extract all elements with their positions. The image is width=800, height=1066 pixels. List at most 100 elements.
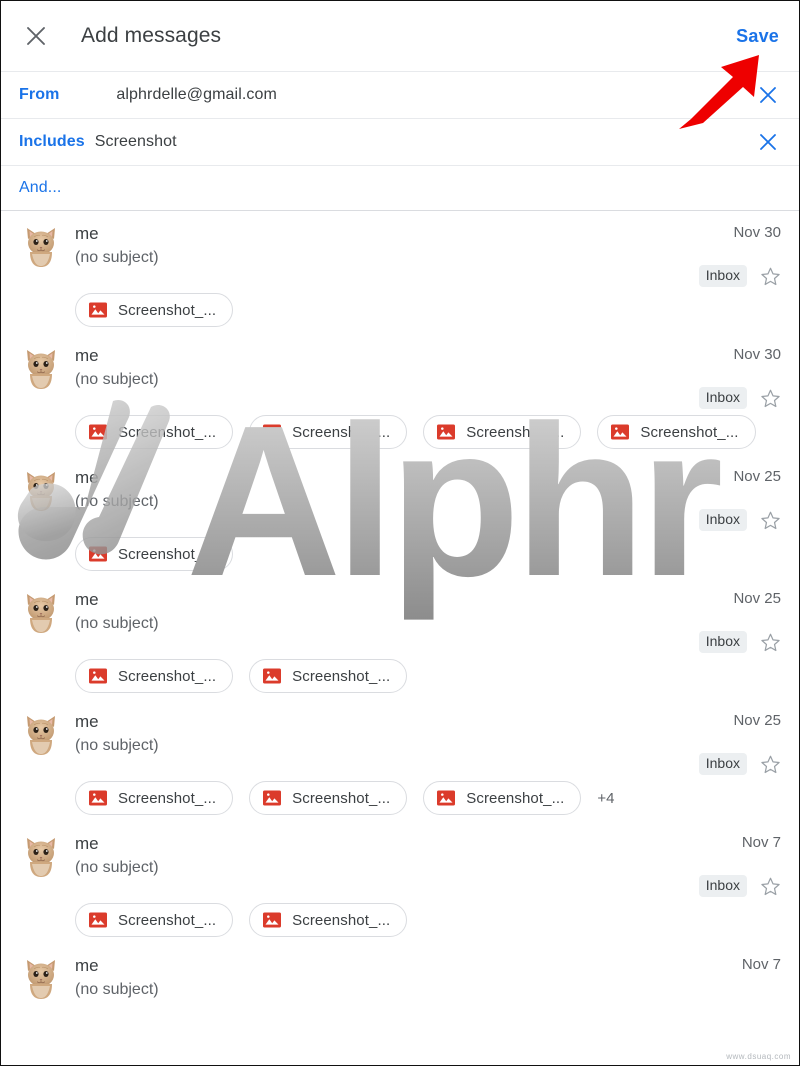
remove-from-criterion-icon[interactable] xyxy=(755,82,781,108)
attachment-chip[interactable]: Screenshot_... xyxy=(423,415,582,449)
message-label-and-star: Inbox xyxy=(698,509,781,531)
criteria-value-includes: Screenshot xyxy=(94,133,177,150)
attachment-chip-row: Screenshot_... Screenshot_... xyxy=(75,659,781,693)
message-subject: (no subject) xyxy=(75,249,159,266)
attachment-name: Screenshot_... xyxy=(292,667,391,685)
image-attachment-icon xyxy=(262,422,282,442)
message-sender: me xyxy=(75,834,99,853)
attachment-name: Screenshot_... xyxy=(118,667,217,685)
attachment-chip[interactable]: Screenshot_... xyxy=(75,537,234,571)
image-attachment-icon xyxy=(88,422,108,442)
page-title: Add messages xyxy=(81,24,222,47)
message-row[interactable]: me (no subject) Nov 30 Inbox Screenshot_...… xyxy=(1,333,799,455)
message-summary: me (no subject) xyxy=(75,833,691,879)
message-header: me (no subject) Nov 30 Inbox xyxy=(19,223,781,287)
star-outline-icon[interactable] xyxy=(759,631,781,653)
attachment-chip[interactable]: Screenshot_... xyxy=(249,415,408,449)
attachment-chip[interactable]: Screenshot_... xyxy=(423,781,582,815)
message-row[interactable]: me (no subject) Nov 25 Inbox Screenshot_...… xyxy=(1,699,799,821)
message-summary: me (no subject) xyxy=(75,589,691,635)
image-attachment-icon xyxy=(436,422,456,442)
attachment-chip[interactable]: Screenshot_... xyxy=(75,659,234,693)
star-outline-icon[interactable] xyxy=(759,753,781,775)
image-attachment-icon xyxy=(262,910,282,930)
message-sender: me xyxy=(75,956,99,975)
image-attachment-icon xyxy=(88,544,108,564)
message-subject: (no subject) xyxy=(75,737,159,754)
inbox-label-badge: Inbox xyxy=(698,265,747,287)
message-sender: me xyxy=(75,468,99,487)
criteria-label-includes: Includes xyxy=(19,133,85,150)
message-row[interactable]: me (no subject) Nov 25 Inbox Screenshot_... xyxy=(1,455,799,577)
image-attachment-icon xyxy=(262,666,282,686)
save-button[interactable]: Save xyxy=(734,22,781,51)
message-subject: (no subject) xyxy=(75,859,159,876)
message-sender: me xyxy=(75,590,99,609)
message-row[interactable]: me (no subject) Nov 7 xyxy=(1,943,799,1007)
header-bar: Add messages Save xyxy=(1,1,799,71)
inbox-label-badge: Inbox xyxy=(698,753,747,775)
message-header: me (no subject) Nov 7 Inbox xyxy=(19,833,781,897)
message-header: me (no subject) Nov 25 Inbox xyxy=(19,711,781,775)
image-attachment-icon xyxy=(88,788,108,808)
site-credit: www.dsuaq.com xyxy=(726,1052,791,1061)
message-date: Nov 7 xyxy=(741,956,781,973)
message-date: Nov 25 xyxy=(733,712,781,729)
message-label-and-star: Inbox xyxy=(698,387,781,409)
attachment-name: Screenshot_... xyxy=(292,911,391,929)
message-row[interactable]: me (no subject) Nov 25 Inbox Screenshot_...… xyxy=(1,577,799,699)
message-meta: Nov 7 xyxy=(691,955,781,975)
image-attachment-icon xyxy=(262,788,282,808)
criteria-row-from[interactable]: From alphrdelle@gmail.com xyxy=(1,71,799,118)
inbox-label-badge: Inbox xyxy=(698,875,747,897)
close-icon[interactable] xyxy=(19,19,53,53)
message-date: Nov 30 xyxy=(733,346,781,363)
star-outline-icon[interactable] xyxy=(759,265,781,287)
and-link[interactable]: And... xyxy=(19,179,61,197)
attachment-overflow-count: +4 xyxy=(597,789,615,807)
cat-avatar-icon xyxy=(19,225,63,269)
attachment-chip[interactable]: Screenshot_... xyxy=(75,903,234,937)
attachment-name: Screenshot_... xyxy=(118,301,217,319)
message-row[interactable]: me (no subject) Nov 30 Inbox Screenshot_... xyxy=(1,211,799,333)
message-label-and-star: Inbox xyxy=(698,265,781,287)
criteria-row-includes[interactable]: Includes Screenshot xyxy=(1,118,799,165)
attachment-name: Screenshot_... xyxy=(118,423,217,441)
message-header: me (no subject) Nov 25 Inbox xyxy=(19,467,781,531)
attachment-chip[interactable]: Screenshot_... xyxy=(249,781,408,815)
image-attachment-icon xyxy=(88,666,108,686)
image-attachment-icon xyxy=(610,422,630,442)
star-outline-icon[interactable] xyxy=(759,509,781,531)
message-summary: me (no subject) xyxy=(75,345,691,391)
message-label-and-star: Inbox xyxy=(698,631,781,653)
inbox-label-badge: Inbox xyxy=(698,631,747,653)
message-subject: (no subject) xyxy=(75,371,159,388)
message-meta: Nov 25 Inbox xyxy=(691,711,781,775)
attachment-chip[interactable]: Screenshot_... xyxy=(597,415,756,449)
attachment-name: Screenshot_... xyxy=(466,423,565,441)
inbox-label-badge: Inbox xyxy=(698,509,747,531)
message-label-and-star: Inbox xyxy=(698,753,781,775)
inbox-label-badge: Inbox xyxy=(698,387,747,409)
remove-includes-criterion-icon[interactable] xyxy=(755,129,781,155)
attachment-name: Screenshot_... xyxy=(466,789,565,807)
image-attachment-icon xyxy=(88,910,108,930)
message-list: me (no subject) Nov 30 Inbox Screenshot_...… xyxy=(1,211,799,1007)
star-outline-icon[interactable] xyxy=(759,387,781,409)
message-summary: me (no subject) xyxy=(75,467,691,513)
message-header: me (no subject) Nov 7 xyxy=(19,955,781,1001)
attachment-chip[interactable]: Screenshot_... xyxy=(75,415,234,449)
attachment-chip[interactable]: Screenshot_... xyxy=(75,781,234,815)
attachment-chip[interactable]: Screenshot_... xyxy=(249,903,408,937)
attachment-chip[interactable]: Screenshot_... xyxy=(75,293,234,327)
message-date: Nov 25 xyxy=(733,590,781,607)
message-meta: Nov 25 Inbox xyxy=(691,467,781,531)
attachment-chip[interactable]: Screenshot_... xyxy=(249,659,408,693)
cat-avatar-icon xyxy=(19,591,63,635)
cat-avatar-icon xyxy=(19,957,63,1001)
add-criterion-row[interactable]: And... xyxy=(1,165,799,211)
attachment-chip-row: Screenshot_... Screenshot_... Screenshot… xyxy=(75,781,781,815)
image-attachment-icon xyxy=(88,300,108,320)
star-outline-icon[interactable] xyxy=(759,875,781,897)
message-row[interactable]: me (no subject) Nov 7 Inbox Screenshot_... … xyxy=(1,821,799,943)
